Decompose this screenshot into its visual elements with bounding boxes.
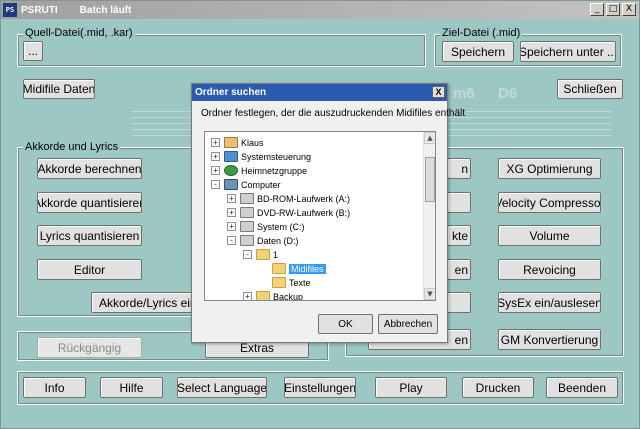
gm-conversion-button[interactable]: GM Konvertierung	[498, 329, 601, 350]
tree-node[interactable]: - Computer	[211, 177, 281, 192]
expand-icon[interactable]: +	[211, 138, 220, 147]
expand-icon[interactable]: +	[211, 166, 220, 175]
homegroup-icon	[224, 165, 238, 176]
undo-button[interactable]: Rückgängig	[37, 337, 142, 358]
tree-node[interactable]: + Backup	[243, 289, 304, 301]
target-file-group-label: Ziel-Datei (.mid)	[440, 27, 523, 39]
scroll-down-icon[interactable]: ▼	[424, 288, 435, 300]
source-file-group-label: Quell-Datei(.mid, .kar)	[23, 27, 135, 39]
tree-node[interactable]: + DVD-RW-Laufwerk (B:)	[227, 205, 350, 220]
title-bar: PS PSRUTI Batch läuft _ □ X	[1, 1, 639, 19]
tree-node[interactable]: + Systemsteuerung	[211, 149, 311, 164]
dialog-description: Ordner festlegen, der die auszudruckende…	[201, 108, 466, 119]
user-folder-icon	[224, 137, 238, 148]
folder-icon	[256, 249, 270, 260]
tree-node-label: 1	[273, 249, 279, 260]
velocity-compressor-button[interactable]: Velocity Compressor	[498, 192, 601, 213]
tree-node[interactable]: -1	[243, 247, 278, 262]
scroll-thumb[interactable]	[425, 157, 435, 202]
expand-icon[interactable]: +	[227, 222, 236, 231]
save-as-button[interactable]: Speichern unter ...	[520, 41, 616, 62]
volume-button[interactable]: Volume	[498, 225, 601, 246]
app-name: PSRUTI	[21, 4, 58, 16]
chord-display-2: D6	[498, 85, 518, 102]
calculate-chords-button[interactable]: Akkorde berechnen	[37, 158, 142, 179]
tree-node[interactable]: Texte	[259, 275, 311, 290]
help-button[interactable]: Hilfe	[100, 377, 163, 398]
tree-node-label: Systemsteuerung	[241, 151, 312, 162]
close-button[interactable]: Schließen	[557, 79, 623, 99]
ok-button[interactable]: OK	[318, 314, 373, 334]
hard-drive-icon	[240, 235, 254, 246]
cancel-button[interactable]: Abbrechen	[378, 314, 438, 334]
tree-node-label: Computer	[241, 179, 281, 190]
computer-icon	[224, 179, 238, 190]
close-window-button[interactable]: X	[622, 3, 636, 16]
scroll-up-icon[interactable]: ▲	[424, 132, 435, 144]
tree-node-label: BD-ROM-Laufwerk (A:)	[257, 193, 351, 204]
quantize-chords-button[interactable]: Akkorde quantisieren	[37, 192, 142, 213]
tree-node[interactable]: - Daten (D:)	[227, 233, 299, 248]
tree-node-label: DVD-RW-Laufwerk (B:)	[257, 207, 351, 218]
tree-node-label: System (C:)	[257, 221, 305, 232]
tree-node[interactable]: Midifiles	[259, 261, 326, 276]
folder-icon	[272, 277, 286, 288]
hidden-button-3[interactable]: kte	[447, 225, 471, 246]
hidden-button-4[interactable]: en	[447, 259, 471, 280]
xg-optimization-button[interactable]: XG Optimierung	[498, 158, 601, 179]
minimize-button[interactable]: _	[590, 3, 604, 16]
exit-button[interactable]: Beenden	[546, 377, 618, 398]
app-icon: PS	[3, 3, 17, 17]
collapse-icon[interactable]: -	[227, 236, 236, 245]
tree-scrollbar[interactable]: ▲ ▼	[423, 132, 435, 300]
chord-display-1: m6	[453, 85, 475, 102]
expand-icon[interactable]: +	[211, 152, 220, 161]
print-button[interactable]: Drucken	[462, 377, 534, 398]
tree-node-label: Klaus	[241, 137, 264, 148]
optical-drive-icon	[240, 193, 254, 204]
browse-source-button[interactable]: ...	[23, 41, 43, 61]
folder-icon	[272, 263, 286, 274]
tree-node-label: Texte	[289, 277, 311, 288]
save-button[interactable]: Speichern	[442, 41, 514, 62]
tree-node[interactable]: + Klaus	[211, 135, 264, 150]
optical-drive-icon	[240, 207, 254, 218]
tree-node-label: Midifiles	[289, 263, 326, 274]
expand-icon[interactable]: +	[227, 194, 236, 203]
sysex-button[interactable]: SysEx ein/auslesen	[498, 292, 601, 313]
tree-node[interactable]: + Heimnetzgruppe	[211, 163, 307, 178]
dialog-title: Ordner suchen	[195, 87, 267, 98]
revoicing-button[interactable]: Revoicing	[498, 259, 601, 280]
midifile-data-button[interactable]: Midifile Daten	[23, 79, 95, 99]
dialog-title-bar: Ordner suchen X	[192, 84, 447, 101]
maximize-button[interactable]: □	[606, 3, 620, 16]
info-button[interactable]: Info	[23, 377, 86, 398]
dialog-close-button[interactable]: X	[432, 86, 445, 98]
collapse-icon[interactable]: -	[243, 250, 252, 259]
play-button[interactable]: Play	[375, 377, 447, 398]
hidden-button-5[interactable]	[447, 292, 471, 313]
tree-node[interactable]: + BD-ROM-Laufwerk (A:)	[227, 191, 350, 206]
window-subtitle: Batch läuft	[79, 4, 132, 16]
settings-button[interactable]: Einstellungen	[284, 377, 356, 398]
hard-drive-icon	[240, 221, 254, 232]
control-panel-icon	[224, 151, 238, 162]
folder-browse-dialog: Ordner suchen X Ordner festlegen, der di…	[191, 83, 465, 343]
chords-lyrics-toggle-button[interactable]: Akkorde/Lyrics ein-/	[91, 292, 201, 313]
hidden-button-2[interactable]	[447, 192, 471, 213]
folder-icon	[256, 291, 270, 300]
quantize-lyrics-button[interactable]: Lyrics quantisieren	[37, 225, 142, 246]
tree-node-label: Heimnetzgruppe	[241, 165, 308, 176]
tree-node[interactable]: + System (C:)	[227, 219, 305, 234]
expand-icon[interactable]: +	[227, 208, 236, 217]
chords-lyrics-group-label: Akkorde und Lyrics	[23, 141, 121, 153]
tree-node-label: Daten (D:)	[257, 235, 299, 246]
tree-node-label: Backup	[273, 291, 304, 301]
select-language-button[interactable]: Select Language	[177, 377, 267, 398]
expand-icon[interactable]: +	[243, 292, 252, 300]
folder-tree[interactable]: + Klaus + Systemsteuerung + Heimnetzgruppe - Co…	[204, 131, 436, 301]
collapse-icon[interactable]: -	[211, 180, 220, 189]
editor-button[interactable]: Editor	[37, 259, 142, 280]
hidden-button-1[interactable]: n	[447, 158, 471, 179]
